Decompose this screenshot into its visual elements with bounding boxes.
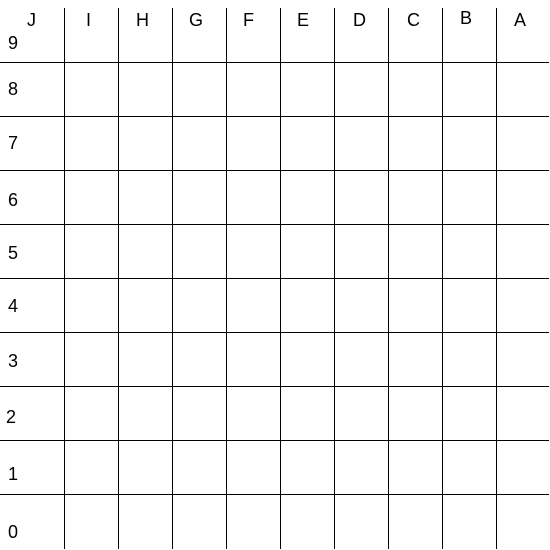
row-label-2: 2 [6, 407, 16, 427]
column-label-i: I [86, 10, 91, 30]
row-label-4: 4 [8, 296, 18, 316]
row-label-1: 1 [8, 464, 18, 484]
column-label-d: D [353, 10, 366, 30]
column-label-f: F [243, 10, 254, 30]
horizontal-grid-lines [0, 62, 549, 495]
column-label-a: A [514, 10, 526, 30]
column-label-c: C [407, 10, 420, 30]
column-label-h: H [136, 10, 149, 30]
row-label-8: 8 [8, 79, 18, 99]
row-label-5: 5 [8, 243, 18, 263]
column-label-j: J [27, 10, 36, 30]
row-label-0: 0 [8, 522, 18, 542]
row-label-6: 6 [8, 190, 18, 210]
column-label-g: G [189, 10, 203, 30]
row-label-7: 7 [8, 133, 18, 153]
column-label-e: E [297, 10, 309, 30]
column-label-b: B [460, 8, 472, 28]
row-label-9: 9 [8, 33, 18, 53]
row-label-3: 3 [8, 351, 18, 371]
board-grid: J I H G F E D C B A 9 8 7 6 5 4 3 2 1 0 [0, 8, 549, 549]
